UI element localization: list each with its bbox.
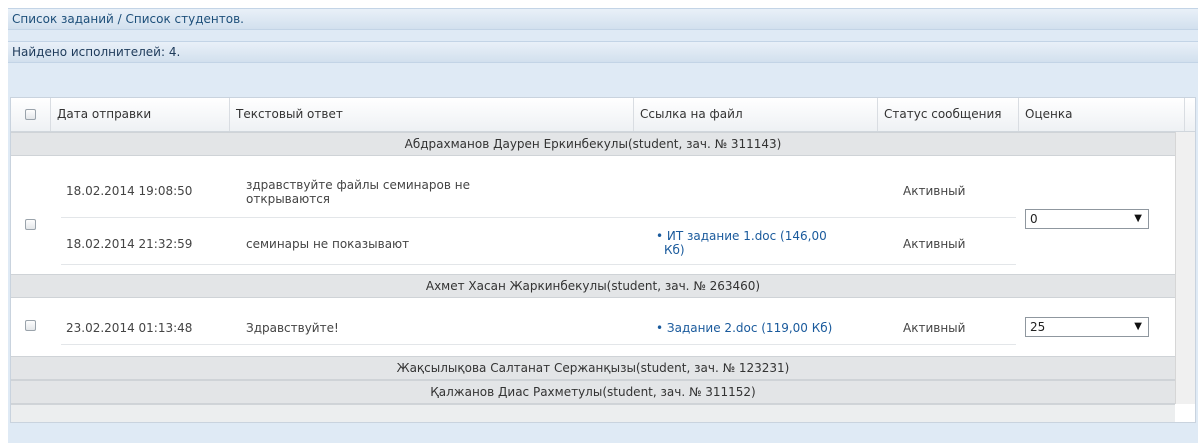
row-divider bbox=[61, 264, 1016, 265]
student-group-header[interactable]: Абдрахманов Даурен Еркинбекулы(student, … bbox=[11, 132, 1175, 156]
file-link-line[interactable]: Кб) bbox=[656, 243, 827, 257]
text-line: здравствуйте файлы семинаров не bbox=[246, 178, 470, 192]
student-group-header[interactable]: Жақсылықова Салтанат Сержанқызы(student,… bbox=[11, 356, 1175, 380]
text-line: открываются bbox=[246, 192, 331, 206]
col-grade[interactable]: Оценка bbox=[1019, 98, 1185, 131]
select-all-checkbox[interactable] bbox=[25, 109, 36, 120]
file-link[interactable]: • ИТ задание 1.doc (146,00 Кб) bbox=[656, 229, 827, 257]
row-checkbox[interactable] bbox=[25, 320, 36, 331]
file-link-line[interactable]: • ИТ задание 1.doc (146,00 bbox=[656, 229, 827, 243]
date-cell: 23.02.2014 01:13:48 bbox=[66, 321, 193, 335]
row-divider bbox=[61, 344, 1016, 345]
header-select-cell bbox=[11, 98, 51, 131]
chevron-down-icon: ▼ bbox=[1134, 321, 1142, 332]
status-cell: Активный bbox=[903, 321, 966, 335]
chevron-down-icon: ▼ bbox=[1134, 213, 1142, 224]
grade-select[interactable]: 0 ▼ bbox=[1025, 209, 1149, 229]
app-frame: Список заданий / Список студентов. Найде… bbox=[8, 8, 1198, 443]
date-cell: 18.02.2014 19:08:50 bbox=[66, 184, 193, 198]
text-answer-cell: Здравствуйте! bbox=[246, 321, 339, 335]
grade-value: 25 bbox=[1030, 320, 1046, 334]
file-link[interactable]: • Задание 2.doc (119,00 Кб) bbox=[656, 321, 832, 335]
text-answer-cell: семинары не показывают bbox=[246, 237, 410, 251]
row-divider bbox=[61, 217, 1016, 218]
student-group-header[interactable]: Ахмет Хасан Жаркинбекулы(student, зач. №… bbox=[11, 274, 1175, 298]
col-date[interactable]: Дата отправки bbox=[51, 98, 230, 131]
status-cell: Активный bbox=[903, 184, 966, 198]
row-checkbox[interactable] bbox=[25, 219, 36, 230]
student-group-header[interactable]: Қалжанов Диас Рахметулы(student, зач. № … bbox=[11, 380, 1175, 404]
date-cell: 18.02.2014 21:32:59 bbox=[66, 237, 193, 251]
col-file-link[interactable]: Ссылка на файл bbox=[634, 98, 878, 131]
col-text-answer[interactable]: Текстовый ответ bbox=[230, 98, 634, 131]
status-cell: Активный bbox=[903, 237, 966, 251]
grade-select[interactable]: 25 ▼ bbox=[1025, 317, 1149, 337]
table-header: Дата отправки Текстовый ответ Ссылка на … bbox=[11, 98, 1195, 132]
submissions-table: Дата отправки Текстовый ответ Ссылка на … bbox=[10, 97, 1196, 423]
grade-value: 0 bbox=[1030, 212, 1038, 226]
vertical-scrollbar[interactable] bbox=[1175, 132, 1195, 404]
found-count: Найдено исполнителей: 4. bbox=[8, 41, 1198, 63]
table-footer bbox=[11, 404, 1175, 422]
breadcrumb[interactable]: Список заданий / Список студентов. bbox=[8, 8, 1198, 30]
text-answer-cell: здравствуйте файлы семинаров не открываю… bbox=[246, 178, 470, 206]
col-status[interactable]: Статус сообщения bbox=[878, 98, 1019, 131]
